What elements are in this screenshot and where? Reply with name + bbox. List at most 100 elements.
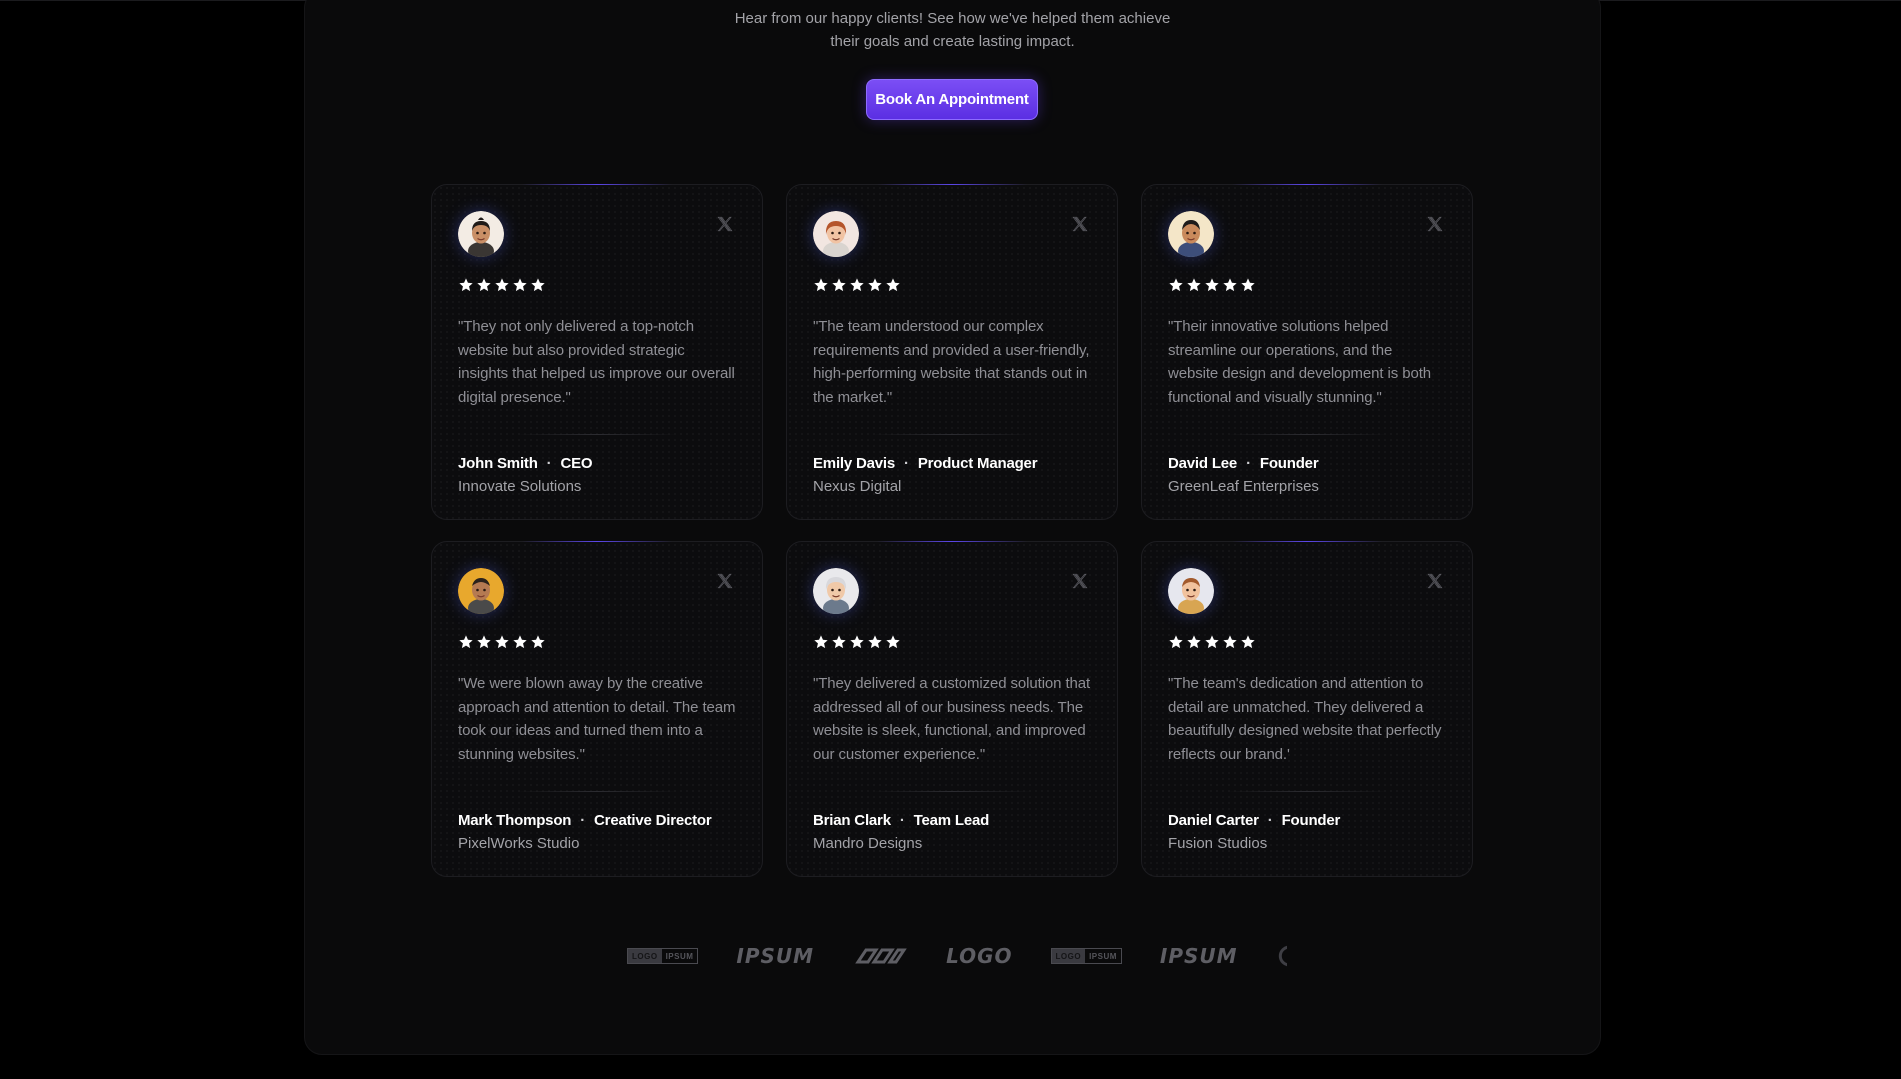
star-icon	[814, 635, 828, 649]
x-twitter-icon[interactable]	[1071, 215, 1089, 233]
star-icon	[477, 278, 491, 292]
testimonial-card: "Their innovative solutions helped strea…	[1141, 184, 1473, 520]
separator-dot: ·	[1246, 455, 1251, 472]
logo-box-right: IPSUM	[665, 951, 694, 961]
star-icon	[886, 278, 900, 292]
memoji-avatar-icon	[1168, 211, 1214, 257]
section-intro: Hear from our happy clients! See how we'…	[305, 7, 1600, 53]
star-icon	[477, 635, 491, 649]
star-icon	[1241, 635, 1255, 649]
book-appointment-button[interactable]: Book An Appointment	[866, 79, 1038, 120]
star-icon	[850, 278, 864, 292]
star-icon	[1169, 635, 1183, 649]
star-icon	[513, 635, 527, 649]
wordmark-logo: IPSUM	[1160, 944, 1238, 968]
logo-box: LOGO IPSUM	[1050, 948, 1122, 964]
infinity-logo-icon	[855, 948, 907, 964]
author-company: Nexus Digital	[813, 478, 902, 495]
testimonial-quote: "The team understood our complex require…	[813, 318, 1090, 406]
star-icon	[1205, 278, 1219, 292]
author-line: David Lee · Founder	[1168, 455, 1446, 472]
star-icon	[1187, 278, 1201, 292]
testimonial-card: "They not only delivered a top-notch web…	[431, 184, 763, 520]
author-name: Mark Thompson	[458, 812, 572, 829]
avatar	[458, 568, 504, 614]
author-company: PixelWorks Studio	[458, 835, 580, 852]
memoji-avatar-icon	[1168, 568, 1214, 614]
card-divider	[517, 791, 677, 792]
card-top-glow	[522, 541, 672, 542]
star-icon	[1241, 278, 1255, 292]
avatar	[1168, 211, 1214, 257]
star-icon	[459, 278, 473, 292]
card-divider	[1227, 791, 1387, 792]
avatar	[813, 568, 859, 614]
x-twitter-icon[interactable]	[1426, 572, 1444, 590]
x-twitter-icon[interactable]	[716, 215, 734, 233]
separator-dot: ·	[899, 812, 905, 829]
logo-box-left: LOGO	[1051, 949, 1086, 963]
star-icon	[832, 278, 846, 292]
author-line: Brian Clark · Team Lead	[813, 812, 1091, 829]
card-top-glow	[1232, 541, 1382, 542]
x-twitter-icon[interactable]	[1071, 572, 1089, 590]
x-twitter-icon[interactable]	[716, 572, 734, 590]
author-name: Emily Davis	[813, 455, 896, 472]
logo-ipsum-box-logo: LOGO IPSUM	[1050, 948, 1122, 964]
star-rating	[813, 277, 1091, 295]
testimonial-card: "The team understood our complex require…	[786, 184, 1118, 520]
star-icon	[459, 635, 473, 649]
author-name: Brian Clark	[813, 812, 891, 829]
memoji-avatar-icon	[813, 568, 859, 614]
card-divider	[872, 434, 1032, 435]
author-role: Product Manager	[917, 455, 1038, 472]
testimonial-quote: "Their innovative solutions helped strea…	[1168, 318, 1432, 406]
intro-line-2: their goals and create lasting impact.	[830, 33, 1075, 50]
star-icon	[513, 278, 527, 292]
logo-wordmark-text: LOGO	[946, 944, 1013, 968]
card-top-glow	[877, 541, 1027, 542]
author-company: Fusion Studios	[1168, 835, 1268, 852]
testimonial-quote: "They not only delivered a top-notch web…	[458, 318, 735, 406]
testimonial-card: "They delivered a customized solution th…	[786, 541, 1118, 877]
star-icon	[868, 278, 882, 292]
separator-dot: ·	[546, 455, 552, 472]
author-name: John Smith	[458, 455, 538, 472]
star-icon	[531, 635, 545, 649]
star-icon	[850, 635, 864, 649]
star-rating	[1168, 277, 1446, 295]
author-role: Founder	[1259, 455, 1319, 472]
logo-ipsum-box-logo: LOGO IPSUM	[627, 948, 699, 964]
author-company: Innovate Solutions	[458, 478, 582, 495]
logo-box-right: IPSUM	[1089, 951, 1117, 961]
star-icon	[868, 635, 882, 649]
wordmark-logo: IPSUM	[736, 944, 814, 968]
partial-logo-icon	[1278, 945, 1287, 967]
star-icon	[1187, 635, 1201, 649]
memoji-avatar-icon	[813, 211, 859, 257]
avatar	[458, 211, 504, 257]
author-name: Daniel Carter	[1168, 812, 1259, 829]
testimonial-quote: "We were blown away by the creative appr…	[458, 675, 736, 763]
star-rating	[813, 634, 1091, 652]
card-divider	[517, 434, 677, 435]
star-icon	[495, 635, 509, 649]
star-icon	[886, 635, 900, 649]
author-role: CEO	[560, 455, 593, 472]
separator-dot: ·	[904, 455, 909, 472]
star-rating	[458, 277, 736, 295]
star-rating	[1168, 634, 1446, 652]
memoji-avatar-icon	[458, 568, 504, 614]
card-divider	[872, 791, 1032, 792]
testimonial-quote: "The team's dedication and attention to …	[1168, 675, 1442, 763]
author-line: Emily Davis · Product Manager	[813, 455, 1091, 472]
avatar	[813, 211, 859, 257]
author-role: Creative Director	[594, 812, 712, 829]
star-icon	[1169, 278, 1183, 292]
partial-logo	[1276, 944, 1287, 968]
intro-line-1: Hear from our happy clients! See how we'…	[734, 10, 1171, 27]
logo-box: LOGO IPSUM	[627, 948, 699, 964]
x-twitter-icon[interactable]	[1426, 215, 1444, 233]
author-name: David Lee	[1168, 455, 1238, 472]
star-icon	[814, 278, 828, 292]
